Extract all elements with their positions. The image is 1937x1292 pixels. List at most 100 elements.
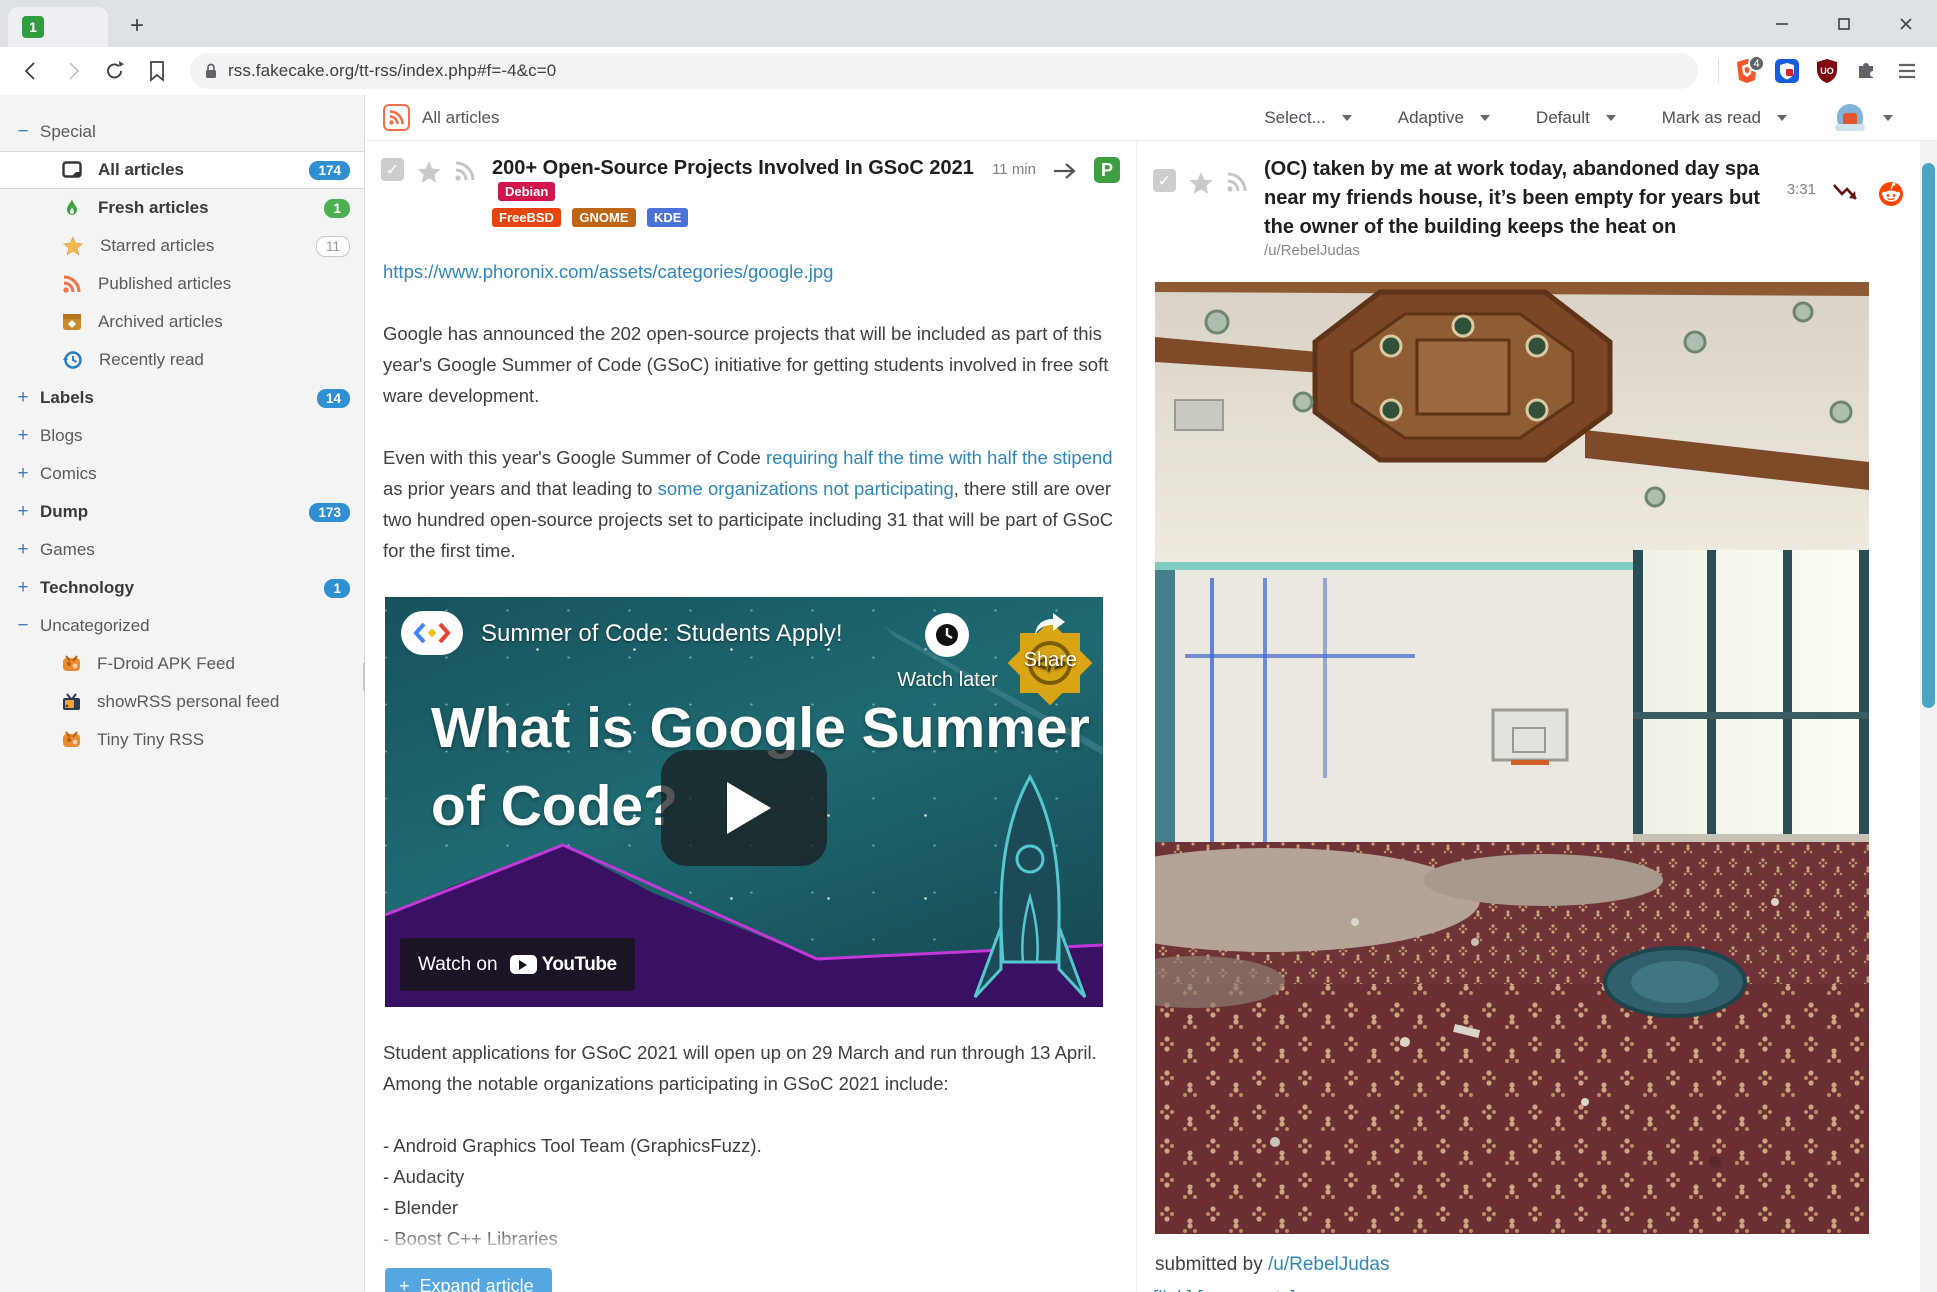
sidebar-category-labels[interactable]: + Labels 14	[0, 379, 364, 417]
article-checkbox[interactable]: ✓	[1153, 169, 1176, 192]
star-toggle-icon[interactable]	[416, 160, 442, 230]
unread-count: 173	[309, 503, 350, 522]
sidebar-item-fresh-articles[interactable]: Fresh articles 1	[0, 189, 364, 227]
vertical-scrollbar[interactable]	[1920, 141, 1937, 1292]
clock-icon	[925, 613, 969, 657]
lock-icon	[204, 62, 218, 80]
chevron-down-icon	[1606, 115, 1616, 121]
sidebar-item-archived-articles[interactable]: Archived articles	[0, 303, 364, 341]
play-button[interactable]	[661, 750, 827, 866]
link-comments[interactable]: [link] [comments]	[1153, 1288, 1296, 1292]
article-photo-abandoned-spa[interactable]	[1155, 282, 1869, 1234]
article-author: /u/RebelJudas	[1264, 242, 1360, 259]
sidebar-item-tinytinyrss-feed[interactable]: Tiny Tiny RSS	[0, 721, 364, 759]
sidebar-category-blogs[interactable]: + Blogs	[0, 417, 364, 455]
starred-count: 11	[316, 236, 350, 257]
chevron-down-icon	[1777, 115, 1787, 121]
new-tab-button[interactable]: +	[122, 12, 152, 42]
order-by-dropdown[interactable]: Default	[1536, 108, 1616, 128]
select-dropdown[interactable]: Select...	[1264, 108, 1351, 128]
reddit-links-line: [link] [comments]	[1153, 1288, 1904, 1292]
unread-count: 174	[309, 161, 350, 180]
phoronix-favicon: P	[1094, 157, 1120, 183]
expand-icon[interactable]: +	[12, 387, 34, 409]
article-link[interactable]: https://www.phoronix.com/assets/categori…	[383, 261, 833, 282]
article-title[interactable]: 200+ Open-Source Projects Involved In GS…	[492, 157, 974, 179]
expand-icon[interactable]: +	[12, 501, 34, 523]
youtube-embed[interactable]: Summer of Code: Students Apply! Watch la…	[385, 597, 1103, 1007]
list-item: - Audacity	[383, 1161, 1114, 1192]
feed-favicon	[62, 655, 81, 674]
star-toggle-icon[interactable]	[1188, 171, 1214, 260]
article-title[interactable]: (OC) taken by me at work today, abandone…	[1264, 158, 1760, 238]
label-badge: KDE	[647, 208, 688, 227]
extensions-puzzle-icon[interactable]	[1849, 53, 1885, 89]
back-button[interactable]	[13, 53, 49, 89]
view-mode-dropdown[interactable]: Adaptive	[1398, 108, 1490, 128]
label-row: FreeBSD GNOME KDE	[492, 208, 980, 230]
sidebar-item-starred-articles[interactable]: Starred articles 11	[0, 227, 364, 265]
expand-icon[interactable]: +	[12, 425, 34, 447]
expand-icon[interactable]: +	[12, 539, 34, 561]
minimize-button[interactable]	[1751, 0, 1813, 47]
headlines-frame: All articles Select... Adaptive Default	[365, 95, 1937, 1292]
sidebar-category-technology[interactable]: + Technology 1	[0, 569, 364, 607]
inline-link[interactable]: some organizations not participating	[658, 478, 954, 499]
sidebar-item-showrss-feed[interactable]: showRSS personal feed	[0, 683, 364, 721]
sidebar-item-published-articles[interactable]: Published articles	[0, 265, 364, 303]
ublock-origin-icon[interactable]: UO	[1809, 53, 1845, 89]
reading-list-icon	[62, 160, 82, 180]
expand-icon[interactable]: +	[12, 463, 34, 485]
browser-menu-icon[interactable]	[1889, 53, 1925, 89]
unread-count: 14	[317, 389, 350, 408]
sidebar-category-comics[interactable]: + Comics	[0, 455, 364, 493]
collapse-icon[interactable]: −	[12, 615, 34, 637]
youtube-logo: YouTube	[510, 949, 617, 980]
scrollbar-thumb[interactable]	[1922, 163, 1935, 708]
sidebar-category-uncategorized[interactable]: − Uncategorized	[0, 607, 364, 645]
extensions-bar: 4 UO	[1710, 53, 1927, 89]
current-feed-title: All articles	[383, 104, 499, 131]
watch-later-button[interactable]: Watch later	[897, 613, 997, 696]
label-badge: Debian	[498, 182, 555, 201]
share-arrow-icon	[1033, 611, 1067, 637]
address-bar[interactable]: rss.fakecake.org/tt-rss/index.php#f=-4&c…	[190, 53, 1698, 89]
article-time: 3:31	[1787, 181, 1816, 198]
brave-shields-icon[interactable]: 4	[1729, 53, 1765, 89]
sidebar-item-recently-read[interactable]: Recently read	[0, 341, 364, 379]
author-link[interactable]: /u/RebelJudas	[1268, 1254, 1389, 1275]
article-checkbox[interactable]: ✓	[381, 158, 404, 181]
article-card-dayspa: ✓ (OC) taken by me at work today, abando…	[1137, 141, 1920, 1292]
collapse-icon[interactable]: −	[12, 121, 34, 143]
profile-menu[interactable]	[1833, 104, 1893, 132]
sidebar-category-dump[interactable]: + Dump 173	[0, 493, 364, 531]
mark-as-read-dropdown[interactable]: Mark as read	[1662, 108, 1787, 128]
unread-count: 1	[324, 199, 350, 218]
reload-button[interactable]	[97, 53, 133, 89]
sidebar-item-all-articles[interactable]: All articles 174	[0, 151, 364, 189]
sidebar-category-games[interactable]: + Games	[0, 531, 364, 569]
flame-icon	[62, 198, 82, 218]
chevron-down-icon	[1883, 115, 1893, 121]
bitwarden-icon[interactable]	[1769, 53, 1805, 89]
inline-link[interactable]: requiring half the time with half the st…	[766, 447, 1113, 468]
open-original-arrow-icon[interactable]	[1052, 161, 1078, 181]
maximize-button[interactable]	[1813, 0, 1875, 47]
article-submitted-line: submitted by /u/RebelJudas	[1155, 1254, 1904, 1276]
forward-button[interactable]	[55, 53, 91, 89]
publish-rss-icon[interactable]	[1226, 171, 1248, 260]
close-button[interactable]	[1875, 0, 1937, 47]
article-title-block: 200+ Open-Source Projects Involved In GS…	[492, 155, 980, 230]
avatar	[1833, 104, 1867, 132]
publish-rss-icon[interactable]	[454, 160, 476, 230]
sidebar-category-special[interactable]: − Special	[0, 113, 364, 151]
video-title[interactable]: Summer of Code: Students Apply!	[481, 618, 843, 649]
expand-icon[interactable]: +	[12, 577, 34, 599]
watch-on-youtube-button[interactable]: Watch on YouTube	[400, 938, 635, 991]
expand-article-button[interactable]: + Expand article	[385, 1268, 552, 1292]
brave-badge: 4	[1748, 55, 1765, 72]
browser-tab[interactable]: 1	[8, 7, 108, 47]
bookmarks-button[interactable]	[139, 53, 175, 89]
share-button[interactable]: </> Share	[1024, 613, 1077, 676]
sidebar-item-fdroid-feed[interactable]: F-Droid APK Feed	[0, 645, 364, 683]
